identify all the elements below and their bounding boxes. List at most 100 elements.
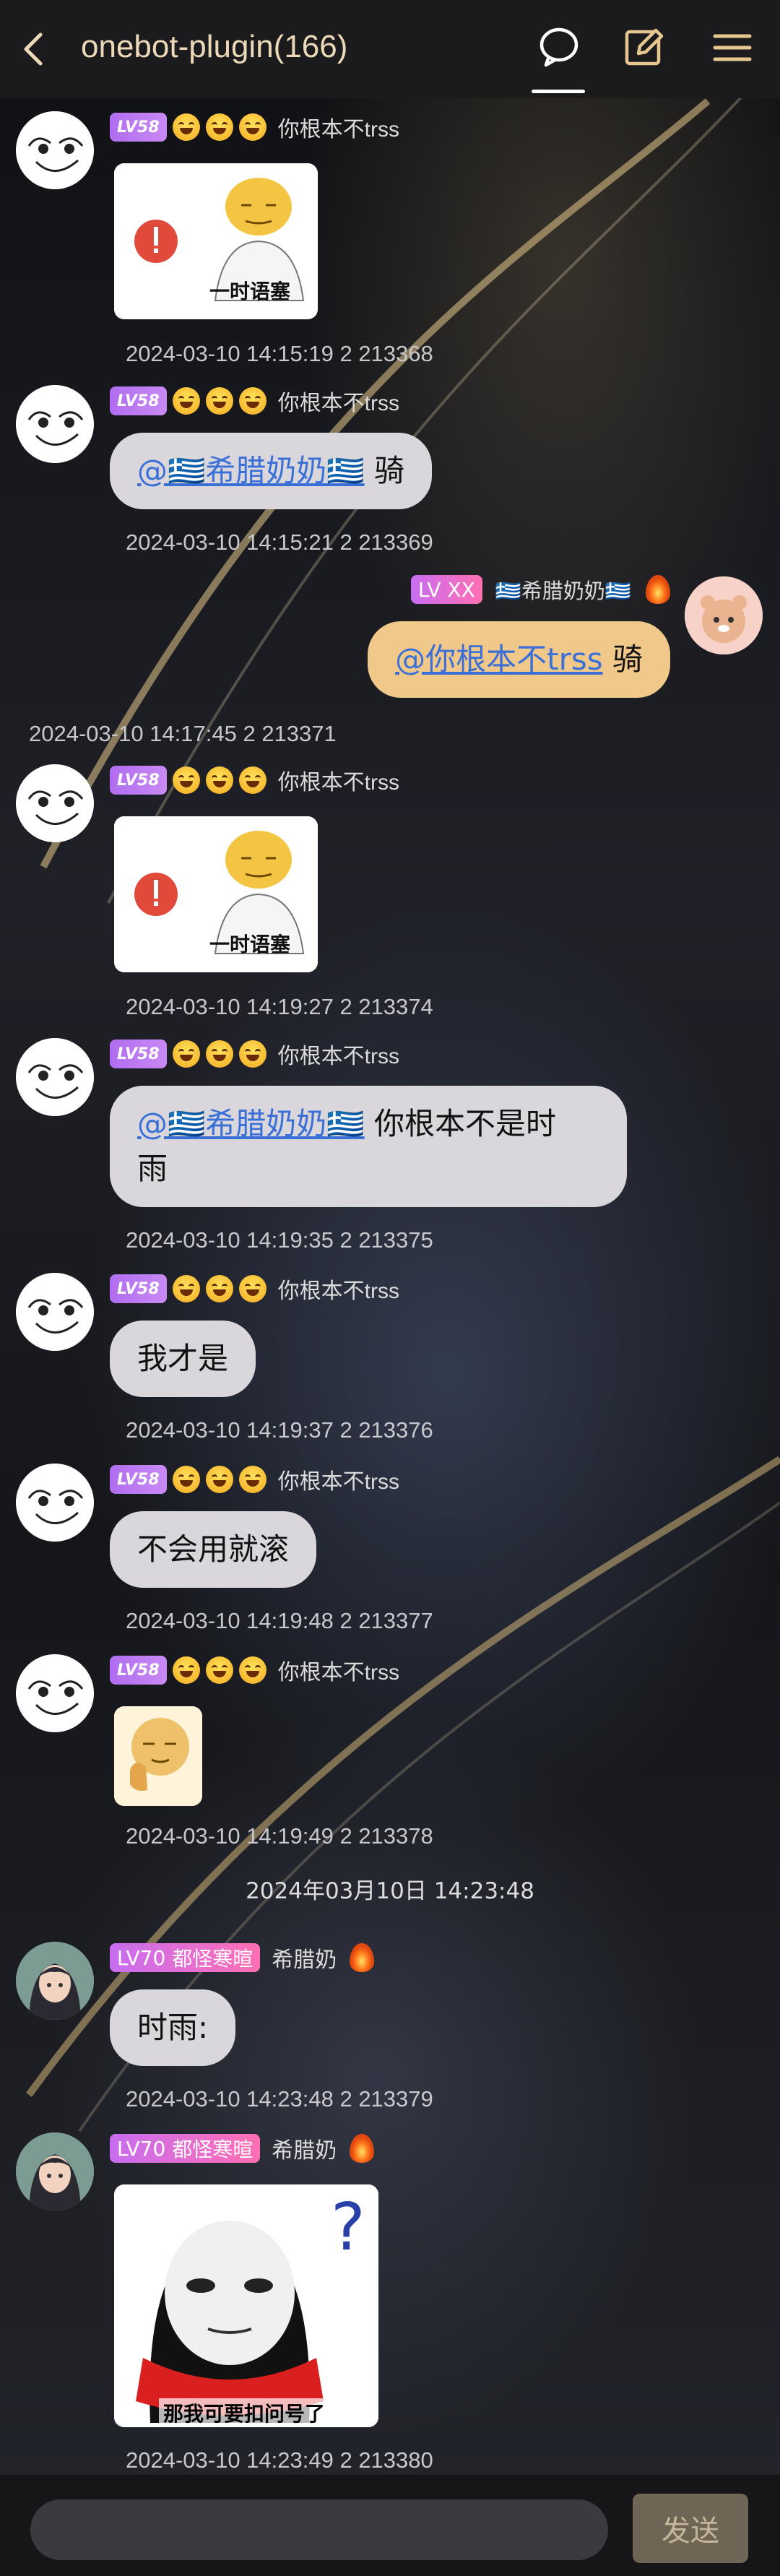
troll-face-icon xyxy=(16,1464,94,1542)
message-text: 你根本不是时 xyxy=(364,1106,556,1141)
mention-link[interactable]: @🇬🇷希腊奶奶🇬🇷 xyxy=(137,1106,365,1141)
sticker-caption: 一时语塞 xyxy=(209,280,291,303)
avatar[interactable] xyxy=(16,1942,94,2020)
level-badge: LV70 都怪寒暄 xyxy=(110,1943,261,1972)
sticker-caption: 那我可要扣问号了 xyxy=(159,2398,330,2427)
sticker-image[interactable] xyxy=(114,1706,202,1806)
timestamp: 2024-03-10 14:19:48 2 213377 xyxy=(126,1608,433,1633)
message-meta: LV58 你根本不trss xyxy=(110,1273,399,1305)
avatar[interactable] xyxy=(16,2132,94,2210)
message-bubble[interactable]: 不会用就滚 xyxy=(110,1511,317,1588)
timestamp: 2024-03-10 14:19:37 2 213376 xyxy=(126,1417,433,1443)
mention-link[interactable]: @你根本不trss xyxy=(395,641,603,677)
smile-emoji-icon xyxy=(205,1275,233,1302)
smile-emoji-icon xyxy=(238,387,266,415)
message-text: 雨 xyxy=(137,1151,168,1186)
member-title: 都怪寒暄 xyxy=(172,1947,254,1971)
sender-name[interactable]: 你根本不trss xyxy=(278,764,399,796)
level-badge: LV58 xyxy=(110,113,167,142)
level-badge: LV58 xyxy=(110,766,167,795)
sticker-image[interactable]: 一时语塞 xyxy=(114,816,318,972)
avatar[interactable] xyxy=(16,1464,94,1542)
message-meta: LV58 你根本不trss xyxy=(110,1464,399,1495)
chat-bubble-icon[interactable] xyxy=(533,22,585,74)
smile-emoji-icon xyxy=(238,1040,266,1068)
sticker-caption: 一时语塞 xyxy=(209,933,291,956)
back-arrow-icon[interactable] xyxy=(16,29,53,69)
sender-name[interactable]: 希腊奶 xyxy=(272,2132,337,2164)
fire-icon xyxy=(350,1943,375,1972)
send-button[interactable]: 发送 xyxy=(633,2494,748,2563)
troll-face-icon xyxy=(16,1654,94,1732)
message-meta: LV58 你根本不trss xyxy=(110,764,399,796)
level-badge: LV70 都怪寒暄 xyxy=(110,2134,261,2163)
member-title: XX xyxy=(447,577,475,602)
troll-face-icon xyxy=(16,111,94,189)
level-badge: LV58 xyxy=(110,386,167,415)
message-bubble[interactable]: @你根本不trss 骑 xyxy=(368,621,670,698)
avatar[interactable] xyxy=(16,1273,94,1351)
avatar[interactable] xyxy=(16,111,94,189)
sender-name[interactable]: 🇬🇷希腊奶奶🇬🇷 xyxy=(495,574,631,605)
thumbs-up-sticker-icon xyxy=(114,1706,202,1806)
avatar[interactable] xyxy=(16,1654,94,1732)
sender-name[interactable]: 你根本不trss xyxy=(278,1273,399,1305)
timestamp: 2024-03-10 14:23:48 2 213379 xyxy=(126,2086,433,2112)
smile-emoji-icon xyxy=(172,1040,200,1068)
message-meta: LV58 你根本不trss xyxy=(110,385,399,417)
smile-emoji-icon xyxy=(238,113,266,141)
timestamp: 2024-03-10 14:17:45 2 213371 xyxy=(29,721,337,746)
avatar[interactable] xyxy=(16,1038,94,1116)
smile-emoji-icon xyxy=(172,1275,200,1302)
chat-title: onebot-plugin(166) xyxy=(81,29,348,64)
avatar[interactable] xyxy=(685,576,763,654)
sender-name[interactable]: 你根本不trss xyxy=(278,111,399,143)
smile-emoji-icon xyxy=(205,387,233,415)
avatar[interactable] xyxy=(16,764,94,842)
troll-face-icon xyxy=(16,1038,94,1116)
mention-link[interactable]: @🇬🇷希腊奶奶🇬🇷 xyxy=(137,453,365,488)
timestamp: 2024-03-10 14:19:35 2 213375 xyxy=(126,1227,433,1253)
message-meta: LV70 都怪寒暄 希腊奶 xyxy=(110,1942,375,1974)
level-badge: LV XX xyxy=(410,575,482,604)
troll-face-icon xyxy=(16,385,94,463)
message-meta: LV58 你根本不trss xyxy=(110,1038,399,1070)
message-bubble[interactable]: 时雨: xyxy=(110,1989,236,2066)
sender-name[interactable]: 你根本不trss xyxy=(278,1464,399,1495)
edit-icon[interactable] xyxy=(618,22,670,74)
fire-icon xyxy=(646,575,670,604)
level-badge: LV58 xyxy=(110,1274,167,1303)
smile-emoji-icon xyxy=(205,766,233,794)
message-meta: LV XX 🇬🇷希腊奶奶🇬🇷 xyxy=(410,574,670,605)
menu-icon[interactable] xyxy=(706,22,758,74)
smile-emoji-icon xyxy=(205,1466,233,1493)
level-badge: LV58 xyxy=(110,1040,167,1068)
message-meta: LV70 都怪寒暄 希腊奶 xyxy=(110,2132,375,2164)
smile-emoji-icon xyxy=(238,766,266,794)
message-bubble[interactable]: @🇬🇷希腊奶奶🇬🇷 骑 xyxy=(110,433,432,509)
sender-name[interactable]: 你根本不trss xyxy=(278,1038,399,1070)
timestamp: 2024-03-10 14:19:27 2 213374 xyxy=(126,994,433,1019)
timestamp: 2024-03-10 14:15:21 2 213369 xyxy=(126,530,433,555)
smile-emoji-icon xyxy=(238,1656,266,1684)
smile-emoji-icon xyxy=(172,387,200,415)
avatar[interactable] xyxy=(16,385,94,463)
message-meta: LV58 你根本不trss xyxy=(110,111,399,143)
timestamp: 2024-03-10 14:23:49 2 213380 xyxy=(126,2447,433,2473)
troll-face-icon xyxy=(16,1273,94,1351)
level-badge: LV58 xyxy=(110,1656,167,1685)
message-bubble[interactable]: 我才是 xyxy=(110,1321,256,1397)
smile-emoji-icon xyxy=(205,113,233,141)
system-time-divider: 2024年03月10日 14:23:48 xyxy=(246,1878,534,1904)
smile-emoji-icon xyxy=(172,113,200,141)
sticker-image[interactable]: 一时语塞 xyxy=(114,163,318,319)
sticker-image[interactable]: ? 那我可要扣问号了 xyxy=(114,2184,378,2427)
message-meta: LV58 你根本不trss xyxy=(110,1654,399,1686)
chat-header: onebot-plugin(166) xyxy=(0,0,780,98)
sender-name[interactable]: 你根本不trss xyxy=(278,1654,399,1686)
message-bubble[interactable]: @🇬🇷希腊奶奶🇬🇷 你根本不是时 雨 xyxy=(110,1086,627,1207)
sender-name[interactable]: 希腊奶 xyxy=(272,1942,337,1974)
sender-name[interactable]: 你根本不trss xyxy=(278,385,399,417)
smile-emoji-icon xyxy=(205,1656,233,1684)
message-input[interactable] xyxy=(30,2499,608,2560)
